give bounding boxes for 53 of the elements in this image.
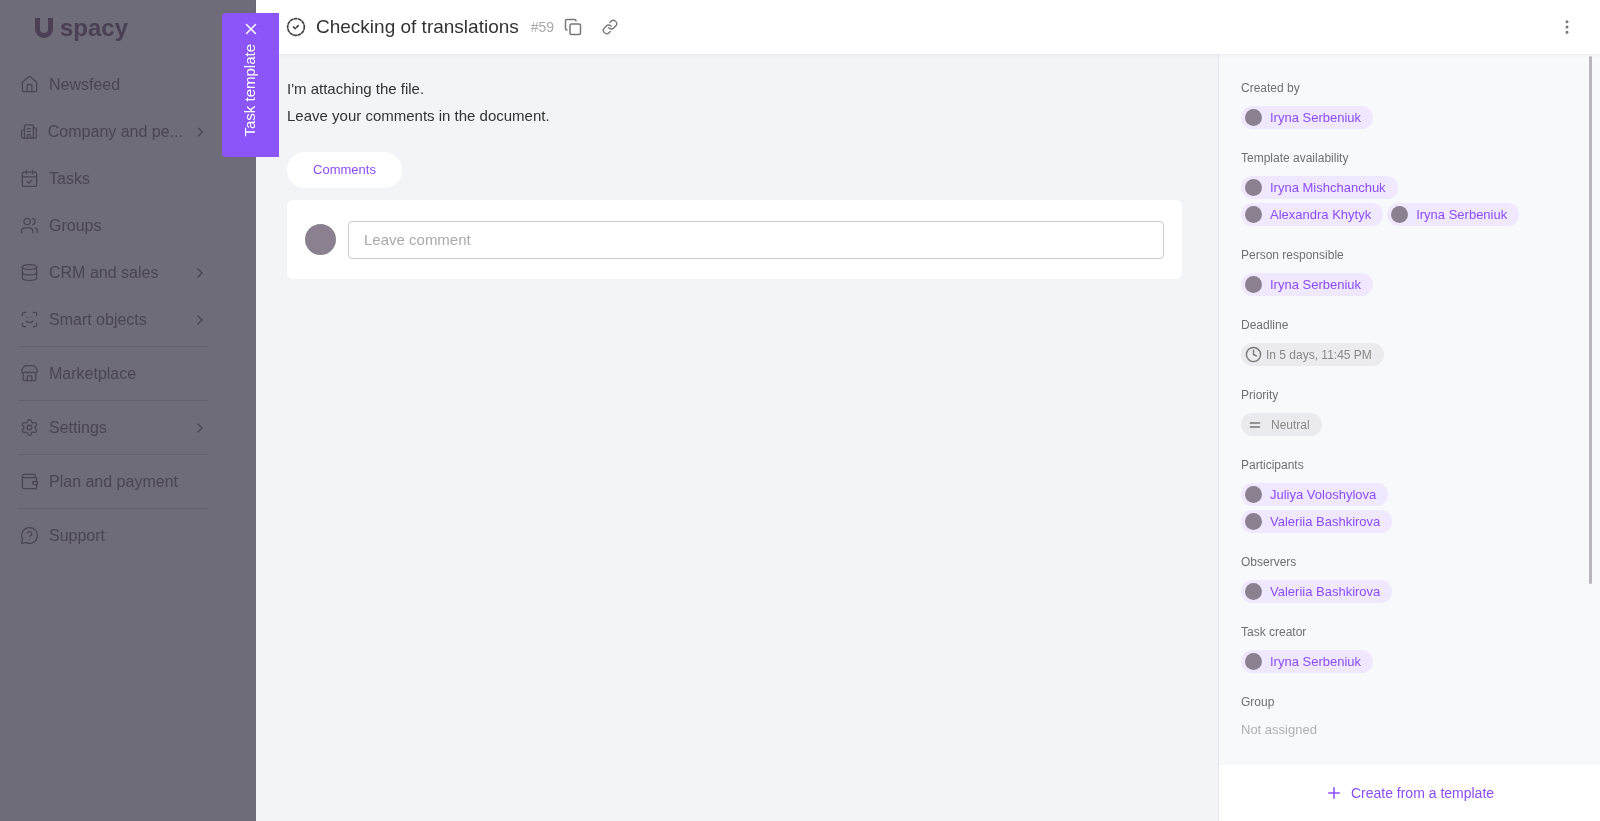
group-value: Not assigned: [1241, 721, 1318, 739]
wallet-icon: [20, 472, 39, 491]
database-icon: [20, 263, 39, 282]
avatar: [1245, 276, 1262, 293]
store-icon: [20, 364, 39, 383]
person-chip[interactable]: Valeriia Bashkirova: [1241, 580, 1393, 603]
comment-field[interactable]: Leave comment: [348, 220, 1164, 259]
link-icon[interactable]: [602, 19, 619, 35]
building-icon: [20, 122, 38, 141]
calendar-icon: [20, 169, 39, 188]
detail-label: Task creator: [1241, 624, 1308, 641]
avatar: [305, 224, 336, 255]
copy-icon[interactable]: [564, 18, 583, 36]
avatar: [1245, 206, 1262, 223]
deadline-chip[interactable]: In 5 days, 11:45 PM: [1241, 343, 1384, 366]
avatar: [1245, 109, 1262, 126]
avatar: [1391, 206, 1409, 223]
priority-chip[interactable]: Neutral: [1241, 413, 1322, 436]
detail-label: Person responsible: [1241, 247, 1345, 264]
person-chip[interactable]: Valeriia Bashkirova: [1241, 510, 1393, 533]
side-tab[interactable]: Task template: [222, 13, 279, 157]
avatar: [1245, 486, 1262, 503]
person-chip[interactable]: Iryna Serbeniuk: [1241, 106, 1374, 129]
task-title: Checking of translations: [316, 14, 519, 39]
comments-tab[interactable]: Comments: [287, 152, 402, 188]
person-chip[interactable]: Iryna Serbeniuk: [1387, 203, 1520, 226]
clock-icon: [1245, 346, 1262, 363]
avatar: [1245, 583, 1262, 600]
house-icon: [20, 75, 39, 94]
avatar: [1245, 513, 1262, 530]
detail-label: Priority: [1241, 387, 1280, 404]
detail-label: Group: [1241, 694, 1276, 711]
avatar: [1245, 179, 1262, 196]
avatar: [1245, 653, 1262, 670]
people-icon: [20, 216, 39, 235]
detail-label: Template availability: [1241, 150, 1350, 167]
detail-label: Participants: [1241, 457, 1305, 474]
person-chip[interactable]: Alexandra Khytyk: [1241, 203, 1384, 226]
create-template-button[interactable]: Create from a template: [1324, 782, 1495, 804]
person-chip[interactable]: Iryna Serbeniuk: [1241, 273, 1374, 296]
task-number: #59: [530, 17, 555, 37]
person-chip[interactable]: Iryna Mishchanchuk: [1241, 176, 1398, 199]
person-chip[interactable]: Juliya Voloshylova: [1241, 483, 1389, 506]
task-status-icon[interactable]: [286, 17, 306, 37]
settings-icon: [20, 418, 39, 437]
detail-label: Observers: [1241, 554, 1298, 571]
person-chip[interactable]: Iryna Serbeniuk: [1241, 650, 1374, 673]
detail-label: Deadline: [1241, 317, 1290, 334]
description-line: Leave your comments in the document.: [287, 105, 551, 126]
scan-icon: [20, 310, 39, 329]
help-icon: [20, 526, 39, 545]
description-line: I'm attaching the file.: [287, 79, 426, 99]
detail-label: Created by: [1241, 80, 1301, 97]
